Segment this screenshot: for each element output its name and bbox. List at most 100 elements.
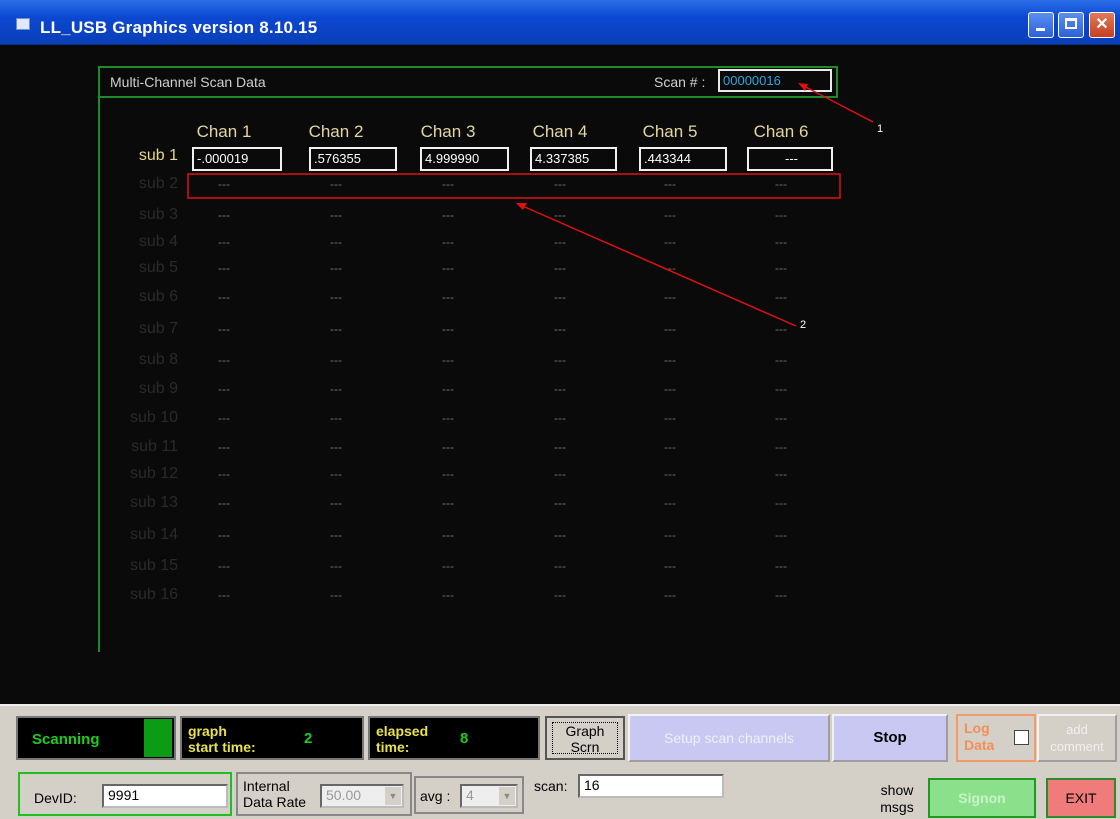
channel-value-field: -.000019 xyxy=(192,147,282,171)
show-msgs-button[interactable]: show msgs xyxy=(870,782,924,816)
channel-value-empty: --- xyxy=(218,208,230,222)
channel-value-empty: --- xyxy=(218,496,230,510)
channel-value-empty: --- xyxy=(554,353,566,367)
graph-screen-label: Graph Scrn xyxy=(552,722,618,755)
channel-value-empty: --- xyxy=(330,411,342,425)
channel-value-empty: --- xyxy=(442,496,454,510)
sub-row-label: sub 10 xyxy=(129,409,178,426)
divider xyxy=(0,704,1120,706)
avg-label: avg : xyxy=(420,788,451,804)
channel-value-empty: --- xyxy=(442,559,454,573)
channel-value-empty: --- xyxy=(330,588,342,602)
sub-row-label: sub 14 xyxy=(129,526,178,543)
elapsed-time-box: elapsed time: 8 xyxy=(368,716,540,760)
channel-value-empty: --- xyxy=(775,588,787,602)
channel-value-empty: --- xyxy=(218,382,230,396)
sub-row-label: sub 5 xyxy=(138,259,178,276)
channel-value-field: .576355 xyxy=(309,147,397,171)
channel-value-empty: --- xyxy=(554,382,566,396)
channel-value-empty: --- xyxy=(664,322,676,336)
sub-row-label: sub 2 xyxy=(138,175,178,192)
channel-value-empty: --- xyxy=(664,261,676,275)
exit-button[interactable]: EXIT xyxy=(1046,778,1116,818)
channel-value-empty: --- xyxy=(554,261,566,275)
avg-select[interactable]: 4 ▼ xyxy=(460,784,518,808)
avg-group: avg : 4 ▼ xyxy=(414,776,524,814)
data-rate-label: Internal Data Rate xyxy=(243,778,307,810)
channel-value-empty: --- xyxy=(218,528,230,542)
channel-value-empty: --- xyxy=(664,559,676,573)
sub-row-label: sub 15 xyxy=(129,557,178,574)
graph-screen-button[interactable]: Graph Scrn xyxy=(545,716,625,760)
channel-value-empty: --- xyxy=(664,235,676,249)
app-icon xyxy=(16,18,30,30)
channel-value-empty: --- xyxy=(442,261,454,275)
channel-value-empty: --- xyxy=(554,559,566,573)
channel-value-empty: --- xyxy=(664,353,676,367)
channel-value-empty: --- xyxy=(442,208,454,222)
channel-value-empty: --- xyxy=(442,528,454,542)
sub-row-label: sub 11 xyxy=(131,438,178,455)
channel-value-field: 4.337385 xyxy=(530,147,617,171)
channel-value-empty: --- xyxy=(775,467,787,481)
channel-value-empty: --- xyxy=(442,177,454,191)
signon-button[interactable]: Signon xyxy=(928,778,1036,818)
channel-value-empty: --- xyxy=(218,559,230,573)
channel-value-empty: --- xyxy=(554,177,566,191)
channel-value-empty: --- xyxy=(554,290,566,304)
channel-value-empty: --- xyxy=(664,411,676,425)
data-rate-group: Internal Data Rate 50.00 ▼ xyxy=(236,772,412,816)
channel-value-empty: --- xyxy=(330,261,342,275)
channel-value-empty: --- xyxy=(218,411,230,425)
add-comment-button[interactable]: add comment xyxy=(1037,714,1117,762)
sub-row-label: sub 4 xyxy=(138,233,178,250)
log-data-group: Log Data xyxy=(956,714,1036,762)
channel-value-empty: --- xyxy=(218,440,230,454)
log-data-checkbox[interactable] xyxy=(1014,730,1029,745)
channel-value-empty: --- xyxy=(554,411,566,425)
close-button[interactable]: ✕ xyxy=(1089,12,1115,38)
channel-value-empty: --- xyxy=(442,353,454,367)
maximize-button[interactable] xyxy=(1058,12,1084,38)
setup-scan-channels-button[interactable]: Setup scan channels xyxy=(628,714,830,762)
graph-start-value: 2 xyxy=(304,730,313,747)
scanning-indicator xyxy=(144,719,172,757)
channel-value-empty: --- xyxy=(218,235,230,249)
channel-value-empty: --- xyxy=(775,440,787,454)
channel-value-empty: --- xyxy=(218,588,230,602)
channel-value-field: .443344 xyxy=(639,147,727,171)
channel-value-empty: --- xyxy=(442,467,454,481)
channel-value-empty: --- xyxy=(664,528,676,542)
channel-value-empty: --- xyxy=(442,290,454,304)
channel-value-empty: --- xyxy=(664,177,676,191)
minimize-button[interactable] xyxy=(1028,12,1054,38)
sub-row-label: sub 12 xyxy=(129,465,178,482)
scan-count-field[interactable]: 16 xyxy=(578,774,724,798)
channel-value-empty: --- xyxy=(330,235,342,249)
channel-value-empty: --- xyxy=(218,322,230,336)
channel-value-empty: --- xyxy=(330,528,342,542)
sub-row-label: sub 9 xyxy=(138,380,178,397)
sub-row-label: sub 8 xyxy=(138,351,178,368)
devid-field[interactable]: 9991 xyxy=(102,784,228,808)
channel-value-empty: --- xyxy=(442,588,454,602)
channel-value-empty: --- xyxy=(664,290,676,304)
avg-value: 4 xyxy=(466,787,474,803)
annotation-arrowhead-2 xyxy=(516,203,527,210)
channel-value-empty: --- xyxy=(775,177,787,191)
scan-count-label: scan: xyxy=(534,778,568,794)
channel-value-empty: --- xyxy=(330,467,342,481)
channel-value-empty: --- xyxy=(330,382,342,396)
channel-value-empty: --- xyxy=(442,235,454,249)
panel-title: Multi-Channel Scan Data xyxy=(110,74,266,90)
sub-row-label: sub 3 xyxy=(138,206,178,223)
channel-value-empty: --- xyxy=(664,496,676,510)
data-rate-select[interactable]: 50.00 ▼ xyxy=(320,784,404,808)
channel-value-empty: --- xyxy=(775,235,787,249)
channel-header: Chan 3 xyxy=(420,122,476,141)
stop-button[interactable]: Stop xyxy=(832,714,948,762)
channel-value-empty: --- xyxy=(442,382,454,396)
graph-start-box: graph start time: 2 xyxy=(180,716,364,760)
channel-value-empty: --- xyxy=(554,467,566,481)
chevron-down-icon: ▼ xyxy=(499,787,515,805)
